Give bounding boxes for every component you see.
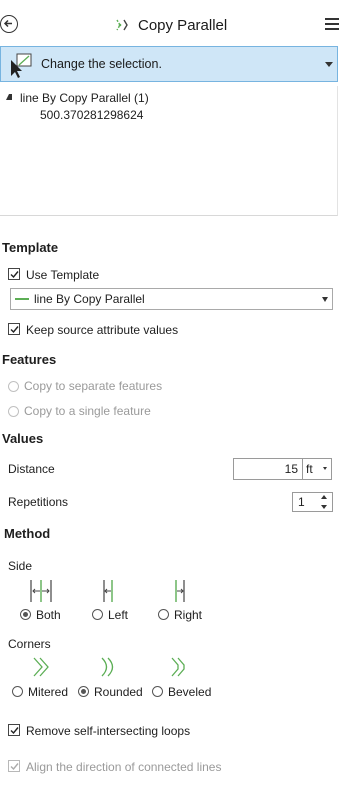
template-selected-value: line By Copy Parallel [34, 292, 145, 306]
remove-loops-checkbox[interactable] [8, 724, 20, 736]
values-heading: Values [2, 431, 44, 446]
pane-title-text: Copy Parallel [138, 16, 228, 34]
side-left-label: Left [108, 608, 129, 622]
selection-prompt: Change the selection. [41, 57, 162, 71]
tree-layer-label[interactable]: line By Copy Parallel (1) [20, 91, 149, 105]
tree-feature-value[interactable]: 500.370281298624 [40, 108, 143, 122]
corner-beveled-label: Beveled [168, 685, 212, 699]
radio-side-left[interactable] [92, 609, 103, 620]
side-right-icon [170, 578, 190, 607]
copy-single-label: Copy to a single feature [24, 404, 151, 418]
corner-rounded-icon [100, 656, 120, 681]
chevron-down-icon [322, 297, 328, 302]
side-left-icon [100, 578, 120, 607]
radio-copy-single[interactable] [8, 406, 19, 417]
radio-corner-rounded[interactable] [78, 686, 89, 697]
line-symbol-icon [15, 298, 29, 300]
corner-mitered-icon [32, 656, 52, 681]
corner-beveled-icon [170, 656, 190, 681]
features-heading: Features [2, 352, 57, 367]
unit-chevron-down-icon [323, 467, 327, 470]
corners-label: Corners [8, 637, 51, 651]
copy-separate-label: Copy to separate features [24, 379, 163, 393]
repetitions-label: Repetitions [8, 495, 69, 509]
corner-mitered-label: Mitered [28, 685, 69, 699]
corner-rounded-label: Rounded [94, 685, 143, 699]
pane-title: Copy Parallel [114, 16, 227, 34]
side-both-label: Both [36, 608, 61, 622]
distance-input[interactable]: 15 [233, 458, 303, 480]
select-cursor-icon [8, 52, 36, 81]
radio-corner-mitered[interactable] [12, 686, 23, 697]
checkmark-icon [10, 271, 19, 279]
radio-side-right[interactable] [158, 609, 169, 620]
checkmark-icon [10, 727, 19, 735]
stepper-down-icon[interactable] [321, 505, 327, 509]
distance-label: Distance [8, 462, 55, 476]
radio-copy-separate[interactable] [8, 381, 19, 392]
stepper-up-icon[interactable] [321, 495, 327, 499]
keep-attributes-checkbox[interactable] [8, 323, 20, 335]
remove-loops-label: Remove self-intersecting loops [26, 724, 191, 738]
side-right-label: Right [174, 608, 203, 622]
menu-icon[interactable] [325, 18, 339, 32]
use-template-label: Use Template [26, 268, 100, 282]
template-heading: Template [2, 240, 59, 255]
align-direction-checkbox[interactable] [8, 760, 20, 772]
method-heading: Method [4, 526, 51, 541]
use-template-checkbox[interactable] [8, 268, 20, 280]
keep-attributes-label: Keep source attribute values [26, 323, 179, 337]
copy-parallel-icon [116, 19, 128, 31]
checkmark-icon [10, 763, 19, 771]
back-arrow-icon [3, 19, 12, 28]
align-direction-label: Align the direction of connected lines [26, 760, 222, 774]
back-button[interactable] [0, 15, 18, 33]
radio-corner-beveled[interactable] [152, 686, 163, 697]
checkmark-icon [10, 326, 19, 334]
side-label: Side [8, 559, 33, 573]
selection-tree [0, 86, 338, 216]
radio-side-both[interactable] [20, 609, 31, 620]
distance-unit-select[interactable]: ft [303, 458, 332, 480]
side-both-icon [28, 578, 54, 607]
expand-collapse-icon[interactable] [6, 94, 12, 100]
selection-dropdown-icon[interactable] [325, 62, 333, 67]
